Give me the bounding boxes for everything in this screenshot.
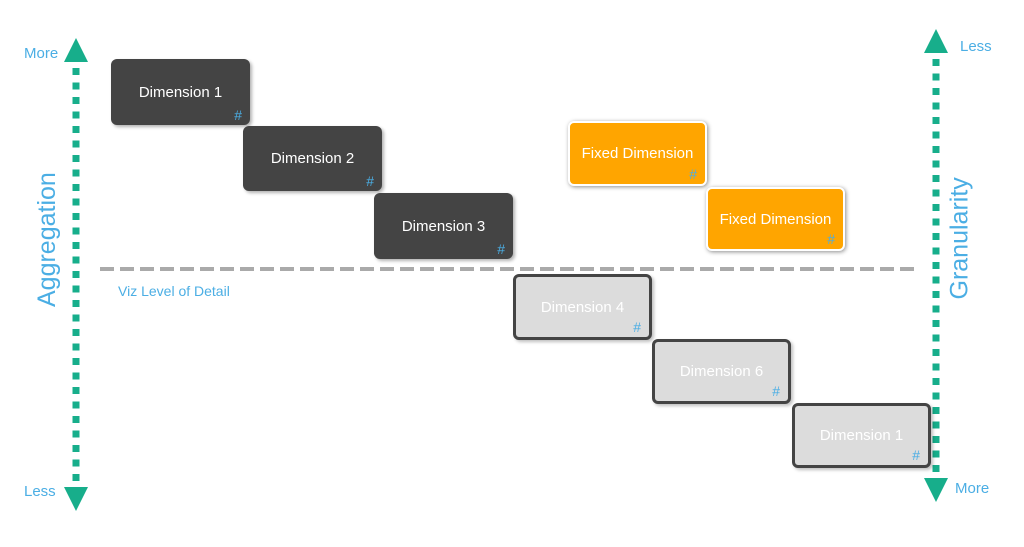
granularity-title: Granularity — [945, 177, 974, 300]
hash-icon: # — [827, 231, 835, 247]
viz-lod-label: Viz Level of Detail — [118, 283, 230, 299]
dimension-4-box: Dimension 4 # — [513, 274, 652, 340]
hash-icon: # — [689, 166, 697, 182]
box-label: Dimension 3 — [401, 217, 486, 235]
hash-icon: # — [772, 383, 780, 399]
box-label: Dimension 4 — [540, 298, 625, 316]
box-label: Dimension 1 — [138, 83, 223, 101]
hash-icon: # — [633, 319, 641, 335]
box-label: Dimension 6 — [679, 363, 764, 380]
arrow-up-head — [924, 29, 948, 53]
aggregation-arrow — [64, 38, 88, 511]
right-top-label: Less — [960, 38, 992, 55]
fixed-dimension-box-1: Fixed Dimension # — [568, 121, 707, 186]
fixed-dimension-box-2: Fixed Dimension # — [706, 187, 845, 251]
hash-icon: # — [234, 107, 242, 123]
left-bottom-label: Less — [24, 483, 56, 500]
hash-icon: # — [912, 447, 920, 463]
aggregation-title: Aggregation — [33, 172, 61, 307]
hash-icon: # — [366, 173, 374, 189]
arrow-up-head — [64, 38, 88, 62]
dimension-1-low-box: Dimension 1 # — [792, 403, 931, 468]
arrow-down-head — [924, 478, 948, 502]
box-label: Fixed Dimension — [719, 210, 832, 228]
arrow-down-head — [64, 487, 88, 511]
right-bottom-label: More — [955, 480, 990, 497]
box-label: Fixed Dimension — [581, 145, 694, 162]
hash-icon: # — [497, 241, 505, 257]
box-label: Dimension 2 — [270, 150, 355, 167]
dimension-6-box: Dimension 6 # — [652, 339, 791, 404]
box-label: Dimension 1 — [819, 427, 904, 444]
left-top-label: More — [24, 45, 59, 62]
dimension-2-box: Dimension 2 # — [243, 126, 382, 191]
dimension-3-box: Dimension 3 # — [374, 193, 513, 259]
dimension-1-box: Dimension 1 # — [111, 59, 250, 125]
lod-diagram: More Less Less More Aggregation Granular… — [0, 0, 1024, 547]
